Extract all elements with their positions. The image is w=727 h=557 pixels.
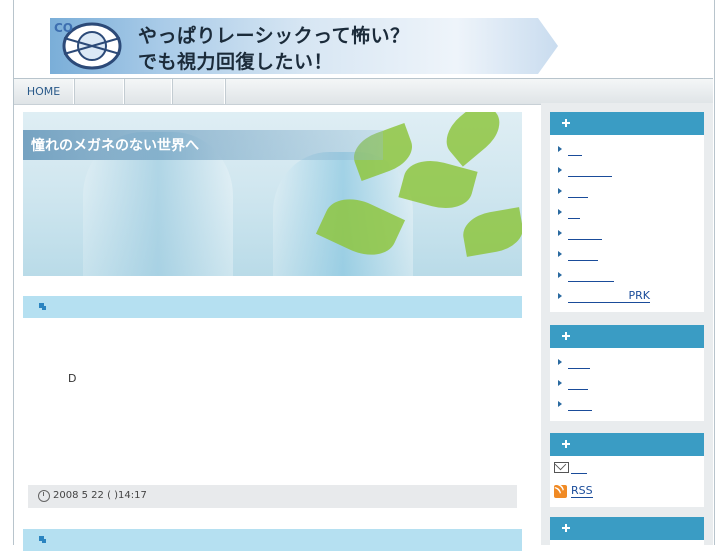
arrow-icon (558, 359, 562, 365)
entry-title-bar[interactable] (23, 296, 522, 318)
nav-item[interactable] (124, 79, 172, 104)
sidebar-box-feeds: RSS (550, 433, 704, 507)
sidebar-link-label[interactable] (568, 206, 580, 219)
site-banner[interactable]: CO やっぱりレーシックって怖い？ でも視力回復したい！ (50, 18, 558, 74)
global-nav: HOME (14, 78, 713, 105)
sidebar-link[interactable] (550, 140, 704, 161)
entry-body: D (68, 372, 77, 385)
sidebar-link-label[interactable] (568, 248, 598, 261)
nav-item[interactable] (74, 79, 124, 104)
sidebar-box (550, 517, 704, 557)
sidebar-link-label[interactable]: PRK (568, 290, 650, 303)
sidebar-link-label[interactable] (568, 185, 588, 198)
hero-image: 憧れのメガネのない世界へ (23, 112, 522, 276)
sidebar-link-label[interactable] (568, 377, 588, 390)
arrow-icon (558, 230, 562, 236)
entry-footer: 2008 5 22 ( )14:17 (28, 485, 517, 508)
arrow-icon (558, 167, 562, 173)
sidebar-link-label[interactable] (568, 269, 614, 282)
sidebar-box-categories: PRK (550, 112, 704, 312)
nav-item[interactable] (172, 79, 225, 104)
plus-icon (562, 332, 570, 340)
leaf-shape (437, 112, 509, 167)
sidebar-link[interactable] (550, 224, 704, 245)
mail-icon (554, 462, 569, 473)
sidebar-link-label[interactable] (568, 398, 592, 411)
banner-subheadline: でも視力回復したい！ (138, 51, 334, 73)
sidebar-link-label[interactable] (568, 356, 590, 369)
clock-icon (38, 490, 50, 502)
sidebar-link[interactable] (550, 245, 704, 266)
sidebar-box-header (550, 433, 704, 456)
sidebar-link-label[interactable] (568, 227, 602, 240)
arrow-icon (558, 380, 562, 386)
sidebar-link-label[interactable] (568, 164, 612, 177)
sidebar-link[interactable] (550, 353, 704, 374)
banner-headline: やっぱりレーシックって怖い？ (138, 25, 410, 47)
sidebar-link[interactable]: PRK (550, 287, 704, 308)
rss-icon (554, 485, 567, 498)
sidebar-link[interactable] (550, 203, 704, 224)
mail-link[interactable] (550, 456, 704, 480)
nav-item-home[interactable]: HOME (14, 79, 74, 104)
arrow-icon (558, 188, 562, 194)
arrow-icon (558, 146, 562, 152)
sidebar-link[interactable] (550, 161, 704, 182)
svg-text:CO: CO (54, 21, 73, 35)
rss-link[interactable]: RSS (550, 480, 704, 504)
sidebar-box-header (550, 517, 704, 540)
leaf-shape (459, 207, 522, 257)
bullet-icon (42, 306, 46, 310)
plus-icon (562, 119, 570, 127)
banner-corner-cut (538, 18, 558, 46)
banner-corner-cut (538, 46, 558, 74)
arrow-icon (558, 293, 562, 299)
arrow-icon (558, 209, 562, 215)
sidebar-link[interactable] (550, 182, 704, 203)
arrow-icon (558, 272, 562, 278)
sidebar: PRK RSS (541, 103, 713, 557)
sidebar-box-header (550, 325, 704, 348)
sidebar-link[interactable] (550, 266, 704, 287)
entry-date: 2008 5 22 ( )14:17 (53, 490, 147, 501)
sidebar-link-label[interactable] (568, 143, 582, 156)
arrow-icon (558, 251, 562, 257)
eye-logo-icon: CO (54, 21, 122, 70)
entry-title-bar[interactable] (23, 529, 522, 551)
arrow-icon (558, 401, 562, 407)
sidebar-box-recent (550, 325, 704, 421)
hero-title: 憧れのメガネのない世界へ (31, 138, 199, 154)
plus-icon (562, 524, 570, 532)
rss-link-label[interactable]: RSS (571, 485, 593, 498)
bullet-icon (42, 539, 46, 543)
mail-link-label[interactable] (571, 461, 587, 474)
sidebar-link[interactable] (550, 395, 704, 416)
sidebar-link[interactable] (550, 374, 704, 395)
sidebar-box-header (550, 112, 704, 135)
plus-icon (562, 440, 570, 448)
